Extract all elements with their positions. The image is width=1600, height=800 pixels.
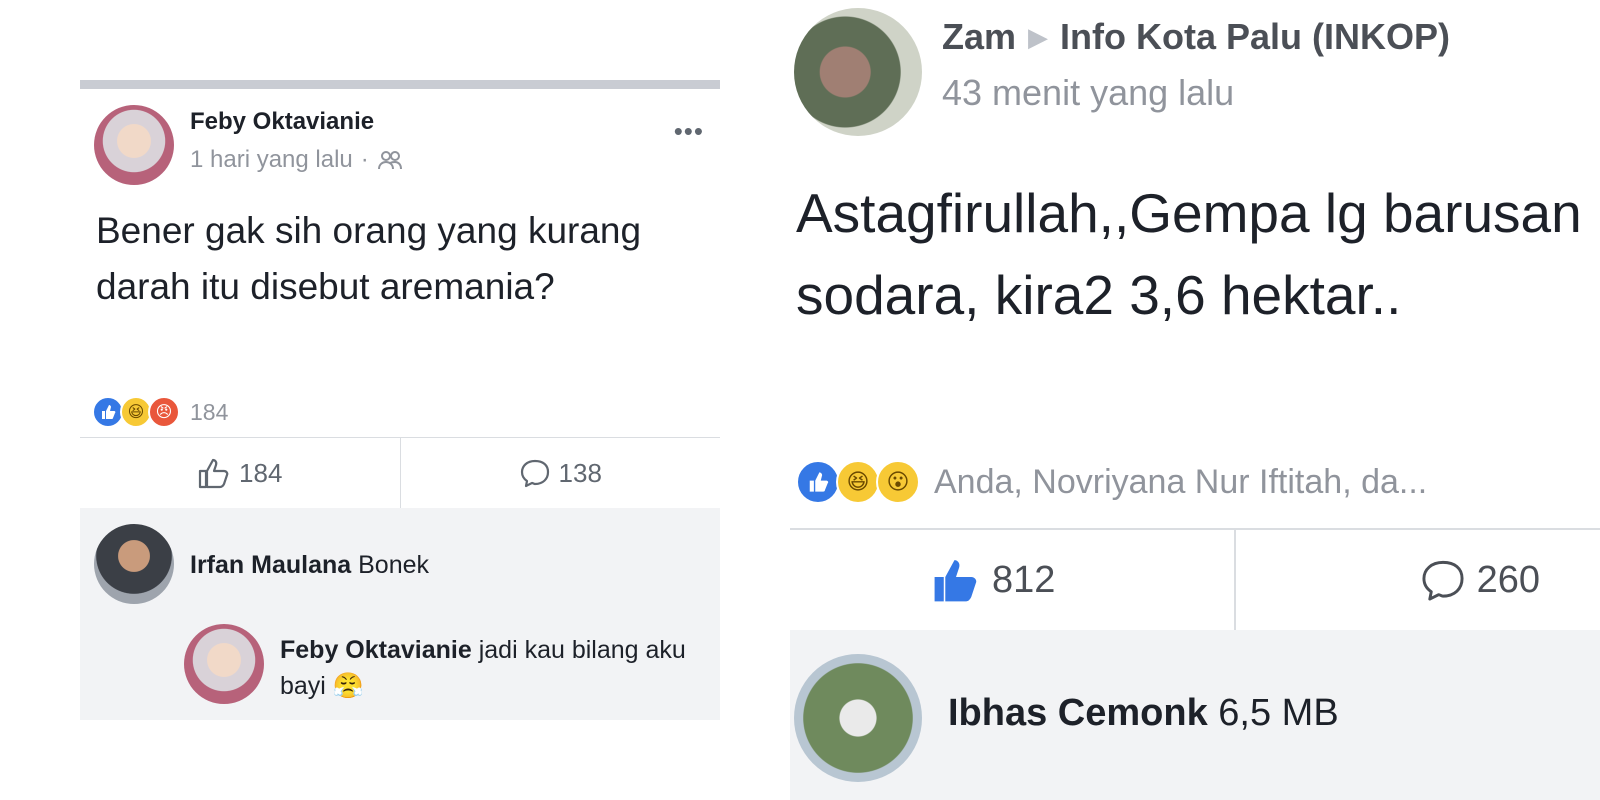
comment-icon <box>520 459 549 488</box>
post-meta: 1 hari yang lalu · <box>190 146 403 174</box>
comment-text: 6,5 MB <box>1218 692 1339 734</box>
like-count: 184 <box>239 457 283 488</box>
right-post: Zam ▶ Info Kota Palu (INKOP) 43 menit ya… <box>790 0 1600 800</box>
haha-reaction-icon: 😆 <box>836 460 880 504</box>
reaction-count: 184 <box>190 398 229 425</box>
comment-icon <box>1422 560 1464 601</box>
commenter-avatar[interactable] <box>794 654 922 782</box>
more-options-button[interactable]: ••• <box>674 116 704 147</box>
author-avatar[interactable] <box>94 105 174 185</box>
angry-reaction-icon: 😠 <box>148 396 180 428</box>
top-border <box>80 80 720 89</box>
reaction-names: Anda, Novriyana Nur Iftitah, da... <box>934 462 1428 501</box>
meta-separator: · <box>360 146 369 173</box>
commenter-name[interactable]: Irfan Maulana <box>190 551 351 579</box>
comment: Irfan Maulana Bonek <box>190 551 429 580</box>
like-button[interactable]: 812 <box>790 530 1234 630</box>
post-time[interactable]: 1 hari yang lalu <box>190 146 353 174</box>
action-bar: 184 138 <box>80 438 720 508</box>
comment-count: 138 <box>558 457 602 488</box>
friends-icon <box>377 151 402 170</box>
thumbs-up-icon <box>934 560 977 602</box>
reactions-summary[interactable]: 😆 😮 Anda, Novriyana Nur Iftitah, da... <box>796 460 1427 504</box>
like-count: 812 <box>992 558 1056 601</box>
left-post: Feby Oktavianie 1 hari yang lalu · ••• B… <box>80 80 720 720</box>
like-reaction-icon <box>796 460 840 504</box>
action-bar: 812 260 <box>790 530 1600 630</box>
reply: Feby Oktavianie jadi kau bilang aku bayi… <box>280 632 700 704</box>
group-name[interactable]: Info Kota Palu (INKOP) <box>1060 16 1450 58</box>
like-button[interactable]: 184 <box>80 438 400 508</box>
commenter-avatar[interactable] <box>94 524 174 604</box>
comment-button[interactable]: 138 <box>401 438 721 508</box>
arrow-right-icon: ▶ <box>1028 21 1049 52</box>
thumbs-up-icon <box>198 458 229 489</box>
comment: Ibhas Cemonk 6,5 MB <box>948 692 1339 735</box>
reply-avatar[interactable] <box>184 624 264 704</box>
comment-button[interactable]: 260 <box>1236 530 1600 630</box>
reactions-summary[interactable]: 😆 😠 184 <box>92 396 228 428</box>
post-text: Bener gak sih orang yang kurang darah it… <box>96 210 642 307</box>
comments-section: Ibhas Cemonk 6,5 MB <box>790 630 1600 800</box>
comment-text: Bonek <box>358 551 429 579</box>
commenter-name[interactable]: Ibhas Cemonk <box>948 692 1208 734</box>
post-text: Astagfirullah,,Gempa lg barusan sodara, … <box>796 182 1582 326</box>
author-name[interactable]: Feby Oktavianie <box>190 108 374 136</box>
comment-count: 260 <box>1476 558 1540 601</box>
comments-section: Irfan Maulana Bonek Feby Oktavianie jadi… <box>80 508 720 720</box>
post-header: Zam ▶ Info Kota Palu (INKOP) <box>942 16 1450 58</box>
reply-author-name[interactable]: Feby Oktavianie <box>280 636 472 664</box>
author-name[interactable]: Zam <box>942 16 1016 58</box>
author-avatar[interactable] <box>794 8 922 136</box>
post-time[interactable]: 43 menit yang lalu <box>942 72 1234 114</box>
wow-reaction-icon: 😮 <box>876 460 920 504</box>
